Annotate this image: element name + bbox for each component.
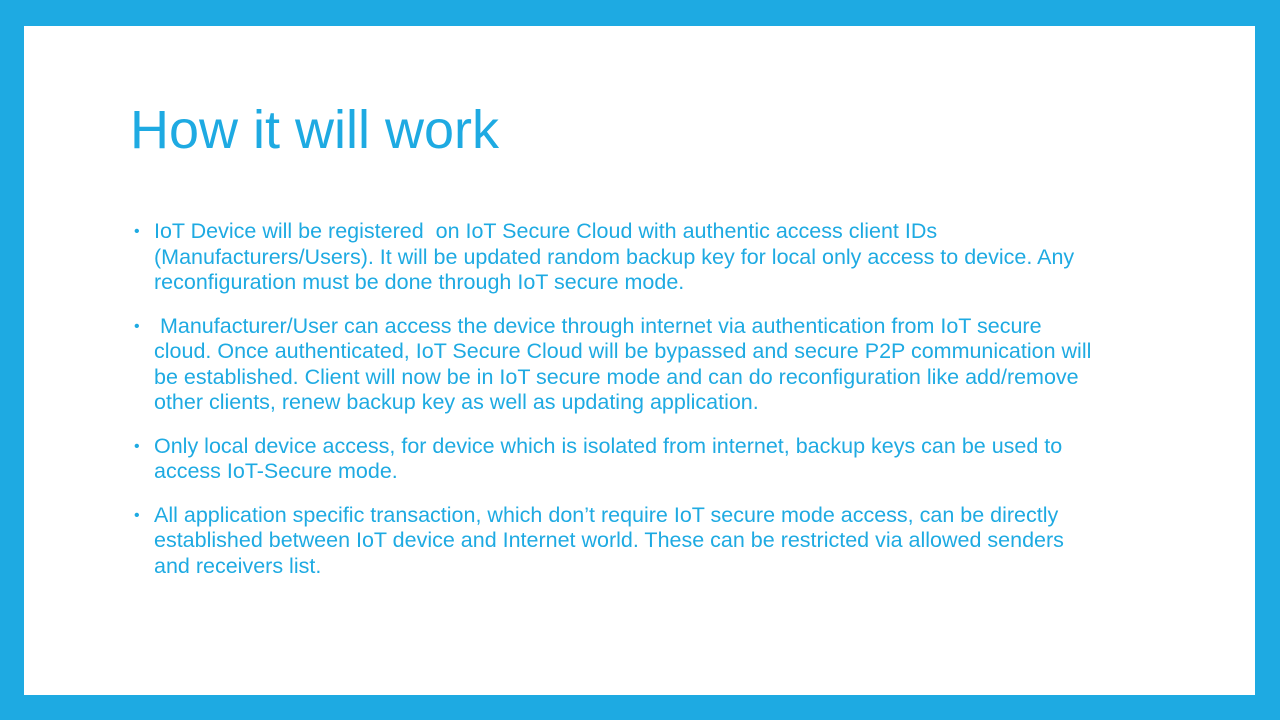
bullet-text: All application specific transaction, wh… <box>154 502 1070 578</box>
bullet-text: Only local device access, for device whi… <box>154 433 1069 484</box>
slide-title: How it will work <box>130 100 500 160</box>
bullet-item-transactions: • All application specific transaction, … <box>134 503 1104 580</box>
bullet-icon: • <box>134 223 140 240</box>
bullet-icon: • <box>134 317 140 335</box>
bullet-icon: • <box>134 437 140 455</box>
bullet-icon: • <box>134 506 140 524</box>
bullet-text: Manufacturer/User can access the device … <box>154 313 1098 415</box>
slide-canvas: How it will work • IoT Device will be re… <box>24 26 1255 695</box>
bullet-list: • IoT Device will be registered on IoT S… <box>134 219 1104 597</box>
bullet-item-registration: • IoT Device will be registered on IoT S… <box>134 219 1104 296</box>
bullet-text: IoT Device will be registered on IoT Sec… <box>154 219 1081 294</box>
bullet-item-remote-access: • Manufacturer/User can access the devic… <box>134 314 1104 416</box>
bullet-item-local-access: • Only local device access, for device w… <box>134 434 1104 485</box>
